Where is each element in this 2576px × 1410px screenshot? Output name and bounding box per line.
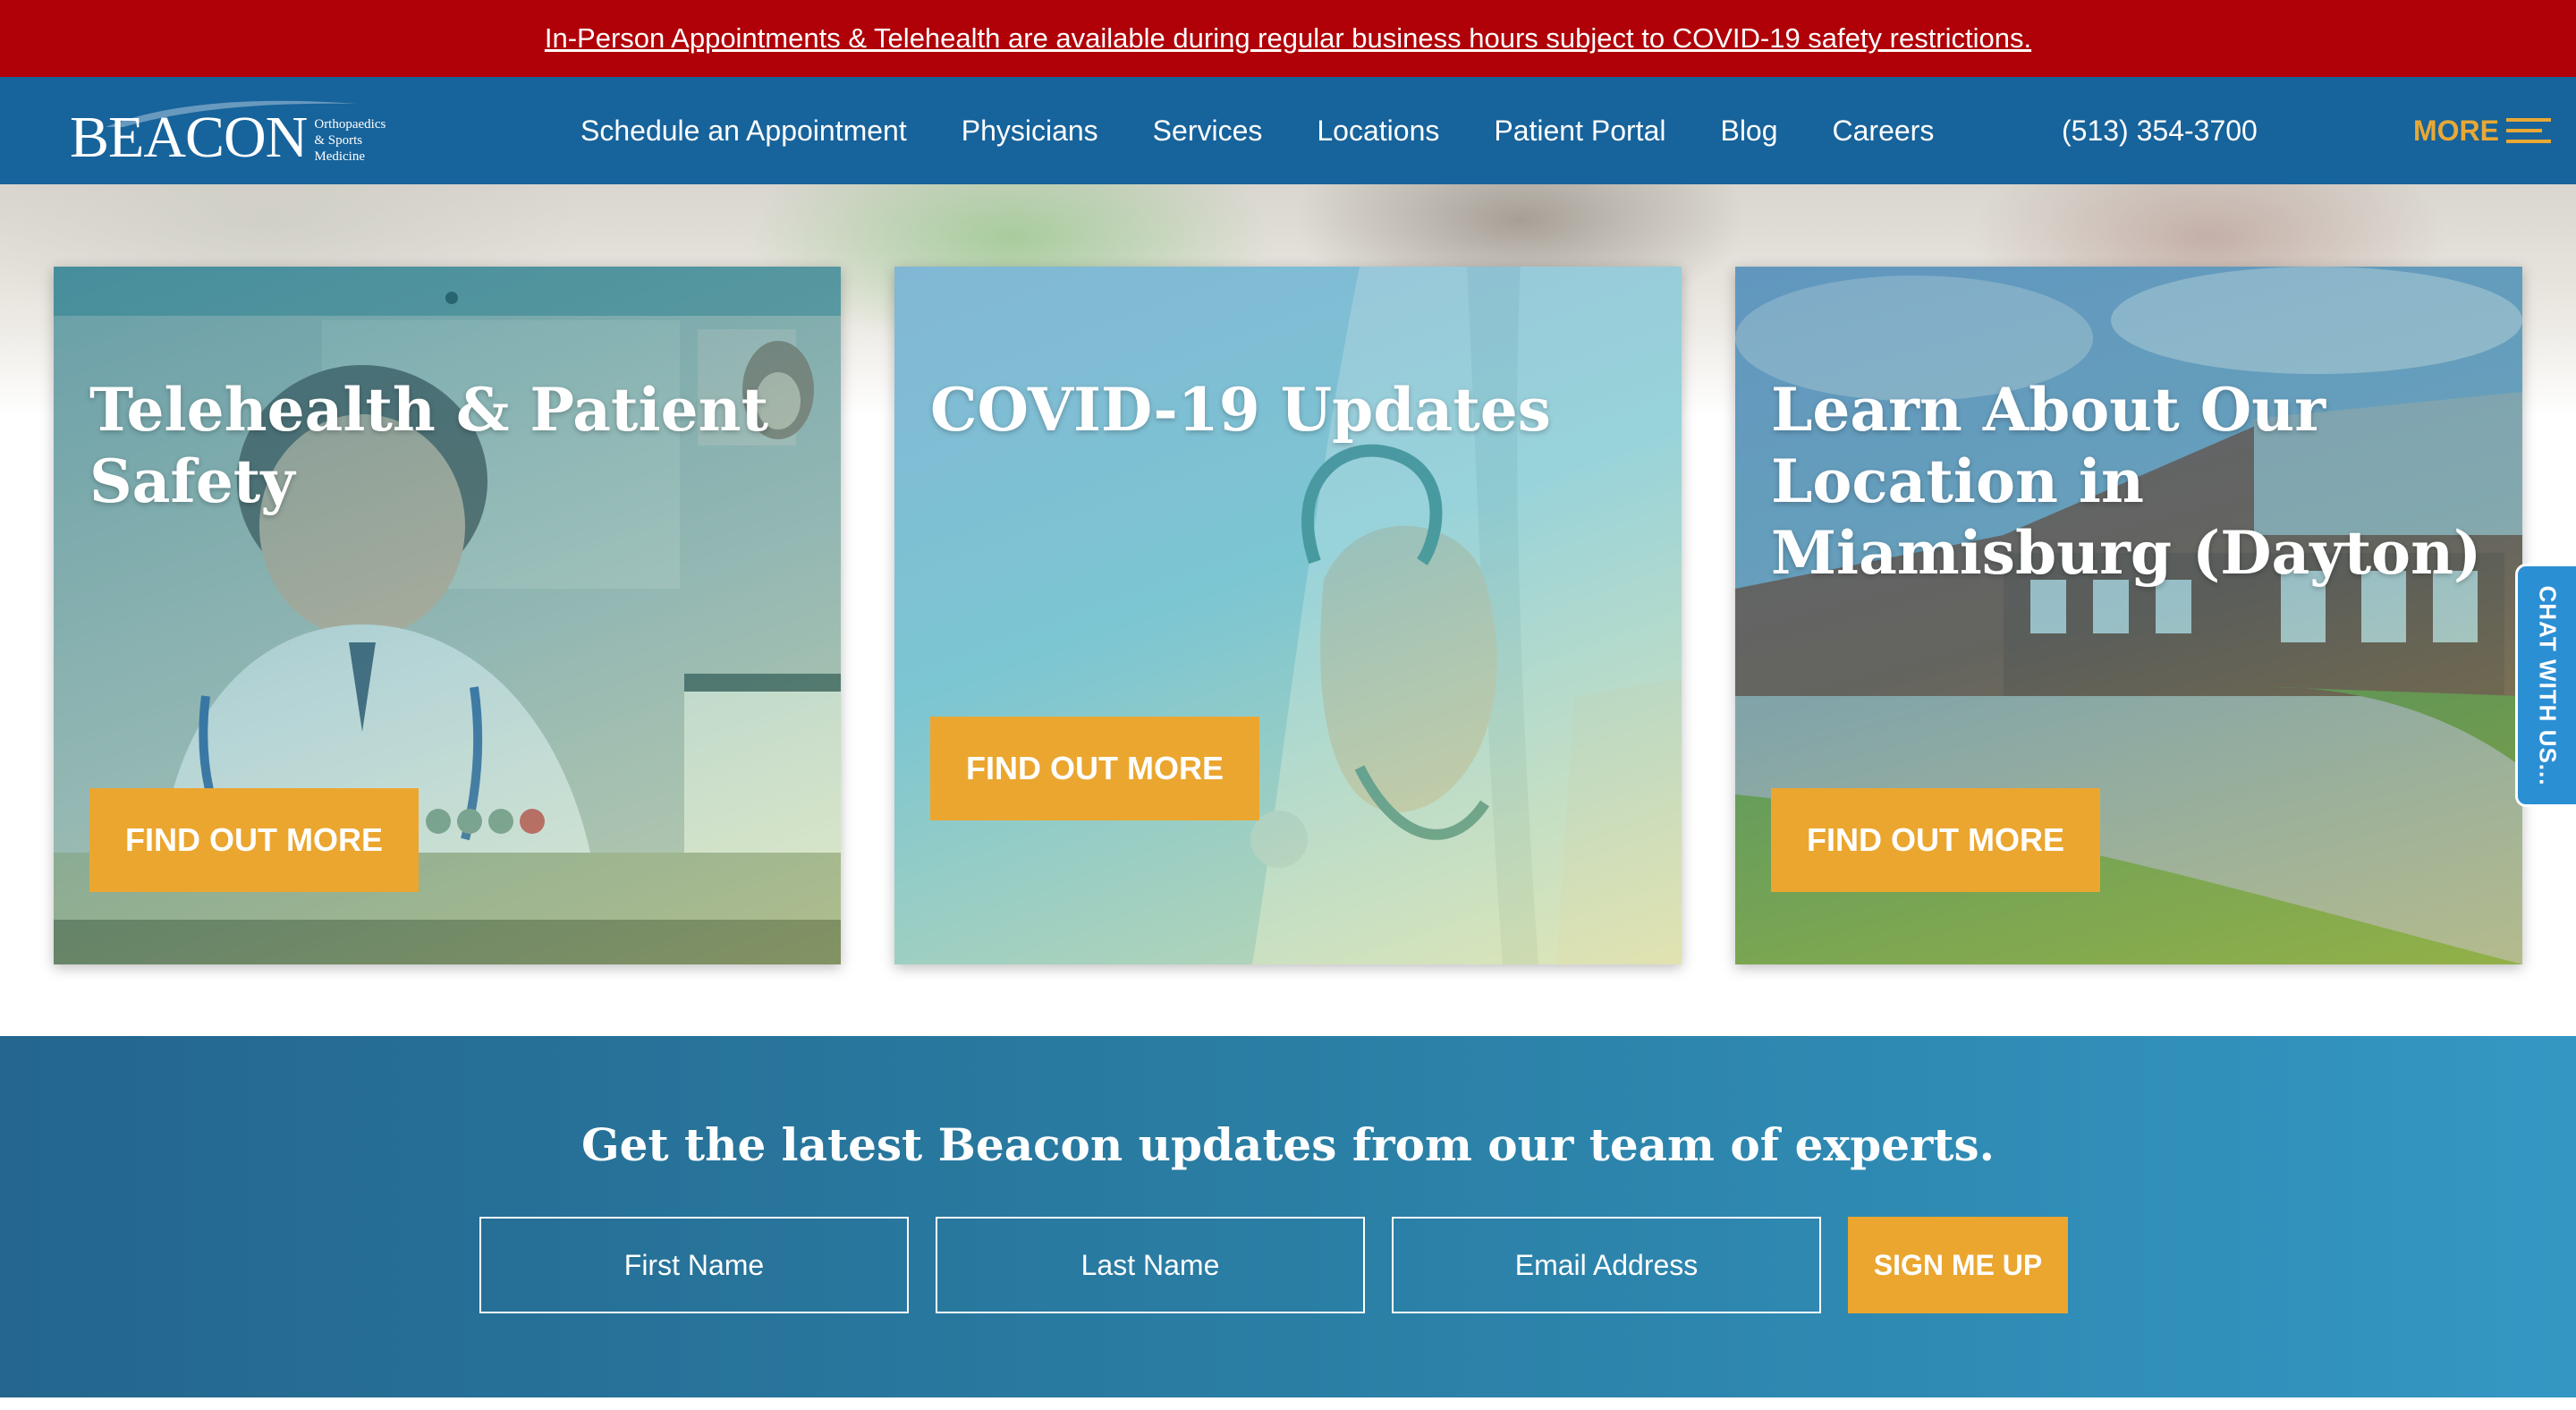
card-overlay: [894, 267, 1682, 964]
card-title: COVID-19 Updates: [930, 375, 1551, 445]
nav-locations[interactable]: Locations: [1317, 115, 1439, 148]
nav-services[interactable]: Services: [1153, 115, 1263, 148]
card-covid-updates[interactable]: COVID-19 Updates FIND OUT MORE: [894, 267, 1682, 964]
last-name-field[interactable]: [936, 1217, 1365, 1313]
card-title: Telehealth & Patient Safety: [89, 375, 769, 516]
signup-heading: Get the latest Beacon updates from our t…: [580, 1118, 1996, 1171]
logo-subtitle: Orthopaedics & Sports Medicine: [314, 117, 386, 164]
sign-me-up-button[interactable]: SIGN ME UP: [1848, 1217, 2068, 1313]
nav-menu: Schedule an Appointment Physicians Servi…: [580, 77, 1988, 184]
more-label: MORE: [2413, 114, 2499, 147]
chat-label: CHAT WITH US...: [2534, 585, 2562, 786]
newsletter-signup: Get the latest Beacon updates from our t…: [0, 1036, 2576, 1397]
card-location-miamisburg[interactable]: Learn About Our Location in Miamisburg (…: [1735, 267, 2522, 964]
beacon-logo[interactable]: BEACON Orthopaedics & Sports Medicine: [70, 95, 386, 170]
chat-with-us-tab[interactable]: CHAT WITH US...: [2515, 564, 2576, 807]
more-menu-button[interactable]: MORE: [2413, 77, 2551, 184]
nav-patient-portal[interactable]: Patient Portal: [1494, 115, 1665, 148]
footer-strip: [0, 1397, 2576, 1410]
nav-schedule-appointment[interactable]: Schedule an Appointment: [580, 115, 907, 148]
phone-link[interactable]: (513) 354-3700: [2062, 77, 2258, 184]
card-telehealth[interactable]: Telehealth & Patient Safety FIND OUT MOR…: [54, 267, 841, 964]
card-title: Learn About Our Location in Miamisburg (…: [1771, 375, 2482, 588]
alert-link[interactable]: In-Person Appointments & Telehealth are …: [545, 22, 2031, 55]
nav-physicians[interactable]: Physicians: [962, 115, 1098, 148]
email-field[interactable]: [1392, 1217, 1821, 1313]
nav-blog[interactable]: Blog: [1720, 115, 1777, 148]
find-out-more-button[interactable]: FIND OUT MORE: [930, 717, 1259, 820]
hamburger-icon: [2506, 116, 2551, 145]
nav-careers[interactable]: Careers: [1833, 115, 1935, 148]
first-name-field[interactable]: [479, 1217, 909, 1313]
logo-wordmark: BEACON: [70, 105, 308, 170]
alert-bar: In-Person Appointments & Telehealth are …: [0, 0, 2576, 77]
main-navbar: BEACON Orthopaedics & Sports Medicine Sc…: [0, 77, 2576, 184]
find-out-more-button[interactable]: FIND OUT MORE: [89, 788, 419, 892]
find-out-more-button[interactable]: FIND OUT MORE: [1771, 788, 2100, 892]
